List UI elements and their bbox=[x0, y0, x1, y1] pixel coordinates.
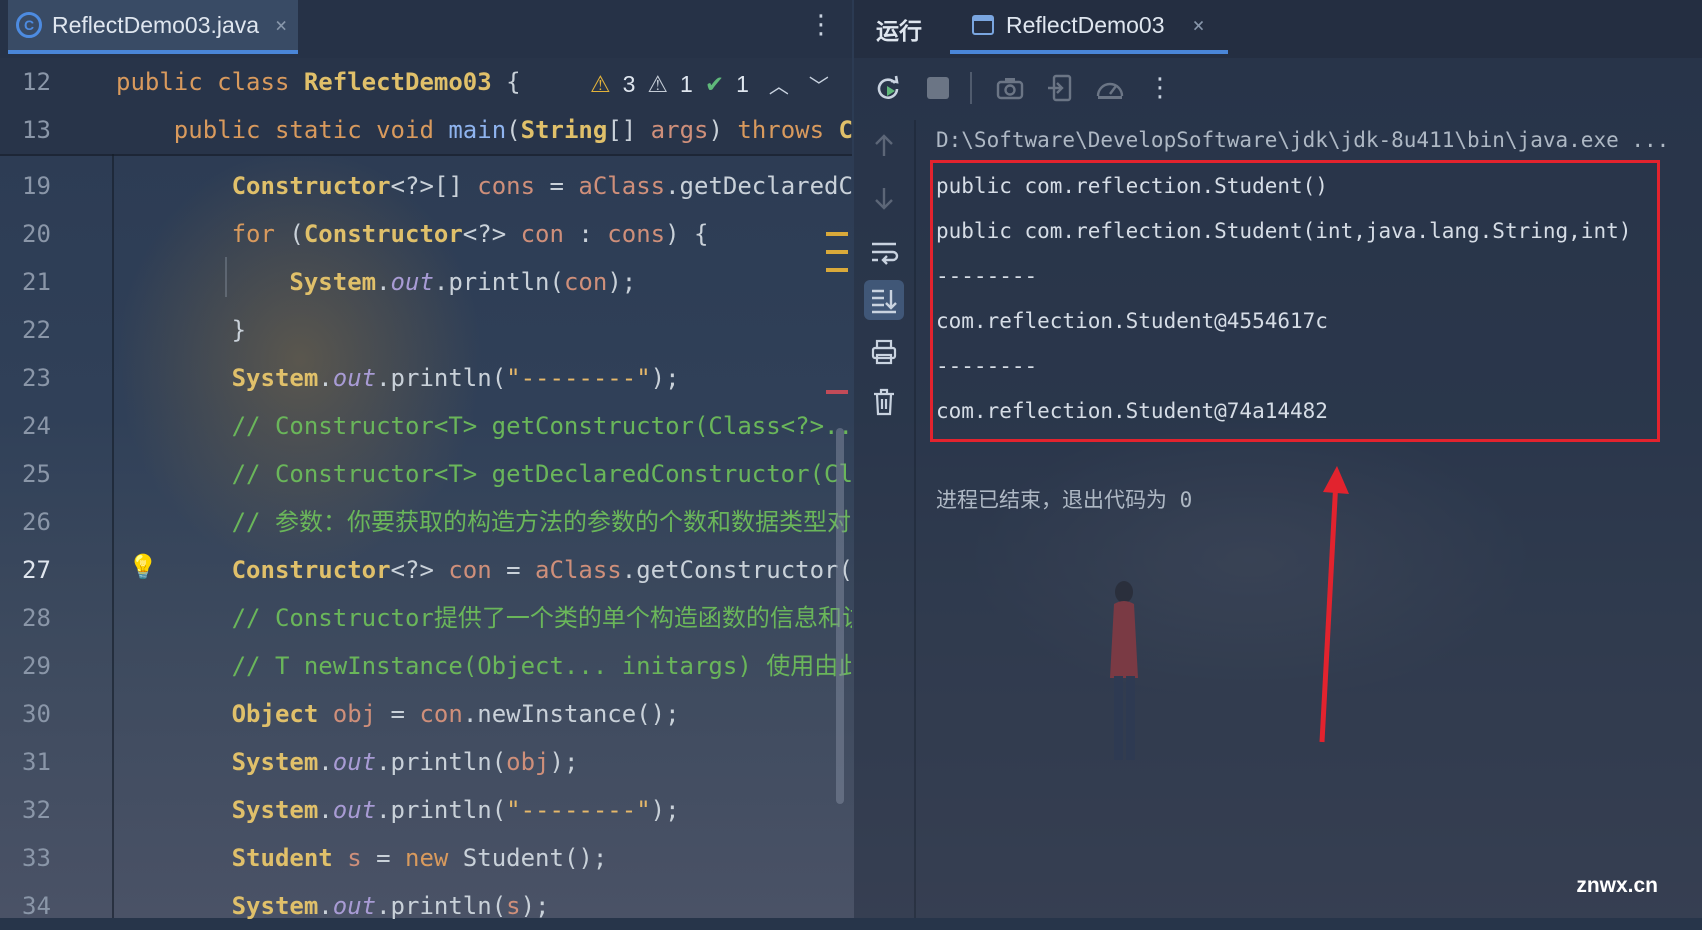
error-stripe-marker[interactable] bbox=[826, 390, 848, 394]
code-line[interactable]: 31 System.out.println(obj); bbox=[0, 738, 852, 786]
warning-stripe-marker[interactable] bbox=[826, 232, 848, 236]
line-number[interactable]: 21 bbox=[22, 258, 62, 306]
code-line[interactable]: 33 Student s = new Student(); bbox=[0, 834, 852, 882]
line-number[interactable]: 20 bbox=[22, 210, 62, 258]
line-number[interactable]: 31 bbox=[22, 738, 62, 786]
code-line[interactable]: 22 } bbox=[0, 306, 852, 354]
lightbulb-icon[interactable]: 💡 bbox=[128, 553, 158, 581]
wallpaper-figure bbox=[1110, 581, 1138, 760]
code-area[interactable]: 12 public class ReflectDemo03 {13 public … bbox=[0, 0, 852, 920]
code-editor[interactable]: C ReflectDemo03.java × ⋮ 12 public class … bbox=[0, 0, 852, 920]
code-line[interactable]: 23 System.out.println("--------"); bbox=[0, 354, 852, 402]
indent-guide bbox=[225, 257, 227, 297]
chevron-down-icon[interactable]: ﹀ bbox=[809, 70, 829, 99]
warning-stripe-marker[interactable] bbox=[826, 250, 848, 254]
code-line[interactable]: 19 Constructor<?>[] cons = aClass.getDec… bbox=[0, 162, 852, 210]
line-number[interactable]: 12 bbox=[22, 58, 62, 106]
code-text[interactable]: public static void main(String[] args) t… bbox=[116, 106, 852, 154]
code-text[interactable]: Constructor<?> con = aClass.getConstruct… bbox=[116, 546, 852, 594]
line-number[interactable]: 24 bbox=[22, 402, 62, 450]
line-number[interactable]: 28 bbox=[22, 594, 62, 642]
line-number[interactable]: 29 bbox=[22, 642, 62, 690]
line-number[interactable]: 34 bbox=[22, 882, 62, 930]
line-number[interactable]: 33 bbox=[22, 834, 62, 882]
line-number[interactable]: 25 bbox=[22, 450, 62, 498]
code-line[interactable]: 29 // T newInstance(Object... initargs) … bbox=[0, 642, 852, 690]
code-text[interactable]: } bbox=[116, 306, 246, 354]
warning-stripe-marker[interactable] bbox=[826, 268, 848, 272]
inspection-widget[interactable]: ⚠ 3 ⚠ 1 ✔ 1 ︿ ﹀ bbox=[590, 62, 829, 106]
line-number[interactable]: 13 bbox=[22, 106, 62, 154]
checkmark-icon[interactable]: ✔ bbox=[705, 71, 724, 98]
weak-warning-icon[interactable]: ⚠ bbox=[647, 71, 668, 98]
code-text[interactable]: for (Constructor<?> con : cons) { bbox=[116, 210, 709, 258]
code-text[interactable]: // Constructor<T> getConstructor(Class<?… bbox=[116, 402, 852, 450]
code-text[interactable]: System.out.println("--------"); bbox=[116, 786, 680, 834]
code-text[interactable]: System.out.println(obj); bbox=[116, 738, 579, 786]
code-line[interactable]: 25 // Constructor<T> getDeclaredConstruc… bbox=[0, 450, 852, 498]
code-line[interactable]: 32 System.out.println("--------"); bbox=[0, 786, 852, 834]
warning-icon[interactable]: ⚠ bbox=[590, 71, 611, 98]
code-line[interactable]: 28 // Constructor提供了一个类的单个构造函数的信息和访问 bbox=[0, 594, 852, 642]
line-number[interactable]: 19 bbox=[22, 162, 62, 210]
code-line[interactable]: 34 System.out.println(s); bbox=[0, 882, 852, 930]
code-line[interactable]: 30 Object obj = con.newInstance(); bbox=[0, 690, 852, 738]
line-number[interactable]: 32 bbox=[22, 786, 62, 834]
line-number[interactable]: 30 bbox=[22, 690, 62, 738]
code-text[interactable]: Object obj = con.newInstance(); bbox=[116, 690, 680, 738]
code-text[interactable]: Constructor<?>[] cons = aClass.getDeclar… bbox=[116, 162, 852, 210]
code-line[interactable]: 26 // 参数：你要获取的构造方法的参数的个数和数据类型对应的 bbox=[0, 498, 852, 546]
code-text[interactable]: System.out.println(con); bbox=[116, 258, 636, 306]
annotation-arrow bbox=[1319, 466, 1349, 743]
code-text[interactable]: // T newInstance(Object... initargs) 使用由… bbox=[116, 642, 852, 690]
editor-scrollbar-thumb[interactable] bbox=[836, 428, 844, 804]
code-text[interactable]: public class ReflectDemo03 { bbox=[116, 58, 521, 106]
code-text[interactable]: Student s = new Student(); bbox=[116, 834, 608, 882]
line-number[interactable]: 26 bbox=[22, 498, 62, 546]
line-number[interactable]: 27 bbox=[22, 546, 62, 594]
code-line[interactable]: 24 // Constructor<T> getConstructor(Clas… bbox=[0, 402, 852, 450]
code-line[interactable]: 13 public static void main(String[] args… bbox=[0, 106, 852, 154]
warning-count: 3 bbox=[622, 70, 636, 97]
chevron-up-icon[interactable]: ︿ bbox=[769, 70, 789, 99]
code-text[interactable]: // Constructor<T> getDeclaredConstructor… bbox=[116, 450, 852, 498]
code-text[interactable]: // Constructor提供了一个类的单个构造函数的信息和访问 bbox=[116, 594, 852, 642]
ok-count: 1 bbox=[736, 70, 749, 97]
line-number[interactable]: 23 bbox=[22, 354, 62, 402]
weak-warning-count: 1 bbox=[680, 70, 693, 97]
code-line[interactable]: 20 for (Constructor<?> con : cons) { bbox=[0, 210, 852, 258]
code-text[interactable]: System.out.println("--------"); bbox=[116, 354, 680, 402]
watermark-text: znwx.cn bbox=[1576, 874, 1658, 897]
line-number[interactable]: 22 bbox=[22, 306, 62, 354]
code-text[interactable]: // 参数：你要获取的构造方法的参数的个数和数据类型对应的 bbox=[116, 498, 852, 546]
run-tool-window: 运行 ReflectDemo03 × ⋮ D:\Software\Develop… bbox=[854, 0, 1702, 918]
code-text[interactable]: System.out.println(s); bbox=[116, 882, 550, 930]
code-line[interactable]: 21 System.out.println(con); bbox=[0, 258, 852, 306]
